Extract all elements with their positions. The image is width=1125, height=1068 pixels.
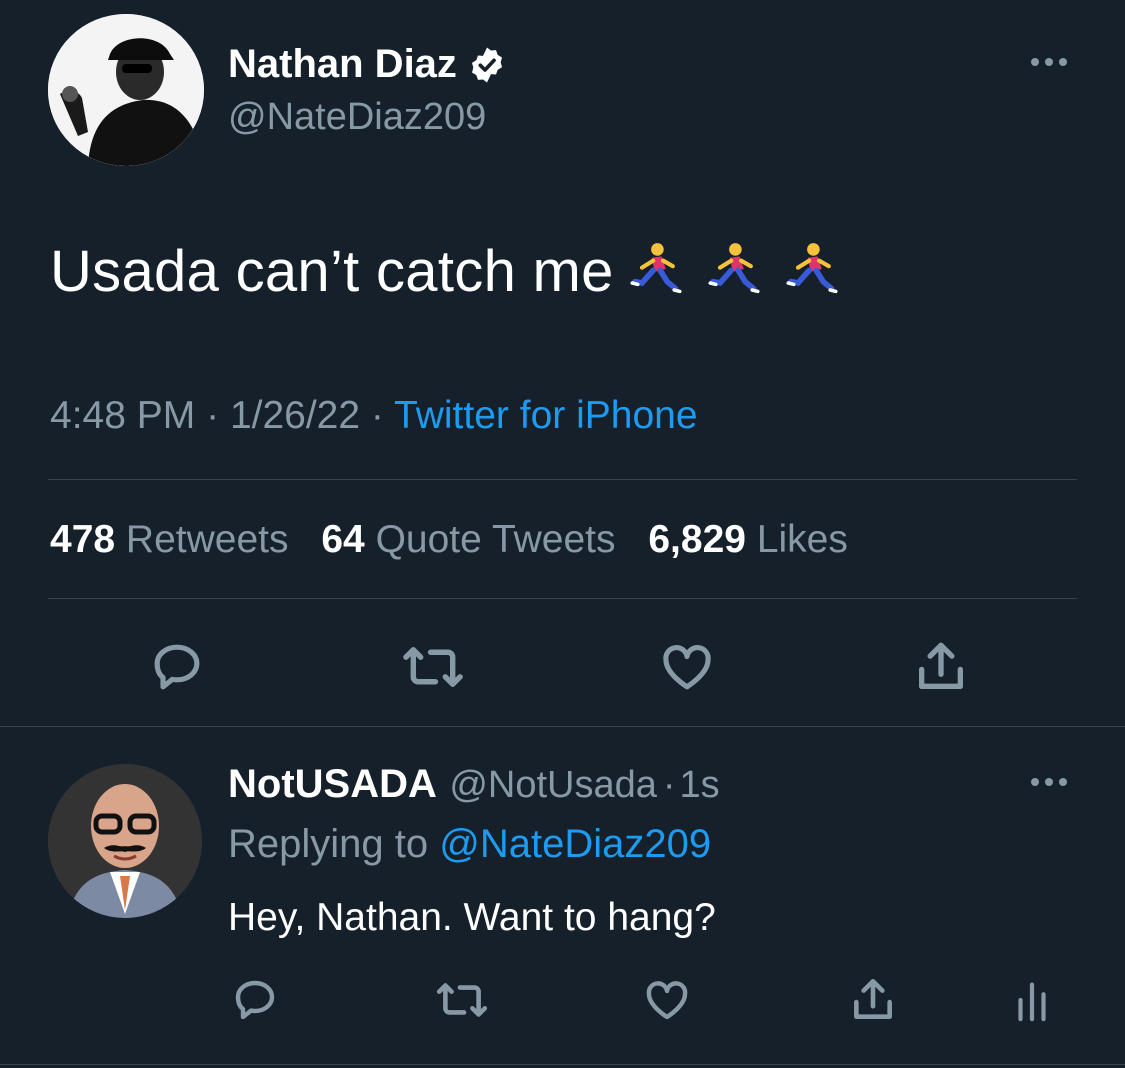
reply-author-name[interactable]: NotUSADA <box>228 762 437 806</box>
tweet-date[interactable]: 1/26/22 <box>230 394 360 437</box>
retweets-stat[interactable]: 478 Retweets <box>50 518 289 561</box>
tweet-meta: 4:48 PM · 1/26/22 · Twitter for iPhone <box>50 394 698 438</box>
meta-separator: · <box>206 394 220 437</box>
retweets-label: Retweets <box>125 518 289 561</box>
author-handle[interactable]: @NateDiaz209 <box>228 96 486 139</box>
reply-separator: · <box>662 764 676 806</box>
tweet-stats: 478 Retweets 64 Quote Tweets 6,829 Likes <box>50 518 870 562</box>
reply-more-options-icon[interactable] <box>1031 778 1067 786</box>
verified-badge-icon <box>467 45 507 85</box>
likes-count: 6,829 <box>648 518 746 561</box>
retweets-count: 478 <box>50 518 116 561</box>
reply-share-icon[interactable] <box>846 974 900 1026</box>
author-name-row[interactable]: Nathan Diaz <box>228 42 507 87</box>
replying-to-link[interactable]: @NateDiaz209 <box>439 822 711 866</box>
runner-emoji <box>786 243 838 294</box>
quotes-label: Quote Tweets <box>375 518 616 561</box>
runner-emoji <box>630 243 682 294</box>
retweet-icon[interactable] <box>398 636 468 698</box>
reply-like-icon[interactable] <box>640 974 694 1026</box>
likes-stat[interactable]: 6,829 Likes <box>648 518 848 561</box>
tweet-source-link[interactable]: Twitter for iPhone <box>394 394 697 437</box>
author-avatar[interactable] <box>48 14 204 166</box>
reply-retweet-icon[interactable] <box>432 974 492 1026</box>
meta-separator: · <box>370 394 384 437</box>
reply-text: Hey, Nathan. Want to hang? <box>228 896 716 939</box>
reply-author-handle[interactable]: @NotUsada <box>449 764 657 806</box>
quotes-stat[interactable]: 64 Quote Tweets <box>321 518 615 561</box>
runner-emoji <box>708 243 760 294</box>
like-icon[interactable] <box>655 636 719 698</box>
quotes-count: 64 <box>321 518 365 561</box>
tweet-text-row: Usada can’t catch me <box>50 238 840 305</box>
reply-time[interactable]: 1s <box>680 764 720 806</box>
replying-prefix: Replying to <box>228 822 429 866</box>
author-name[interactable]: Nathan Diaz <box>228 42 457 87</box>
author-avatar-image <box>48 14 204 166</box>
reply-icon[interactable] <box>146 636 208 698</box>
divider <box>0 1064 1125 1065</box>
share-icon[interactable] <box>910 636 972 698</box>
reply-header: NotUSADA @NotUsada · 1s <box>228 762 720 807</box>
tweet-text: Usada can’t catch me <box>50 239 614 304</box>
divider <box>48 598 1077 599</box>
more-options-icon[interactable] <box>1031 58 1067 66</box>
tweet-time[interactable]: 4:48 PM <box>50 394 195 437</box>
reply-analytics-icon[interactable] <box>1008 974 1056 1026</box>
reply-avatar-image <box>48 764 202 918</box>
likes-label: Likes <box>756 518 848 561</box>
reply-reply-icon[interactable] <box>228 974 282 1026</box>
reply-author-avatar[interactable] <box>48 764 202 918</box>
divider <box>48 479 1077 480</box>
divider <box>0 726 1125 727</box>
replying-to-line: Replying to @NateDiaz209 <box>228 822 711 867</box>
